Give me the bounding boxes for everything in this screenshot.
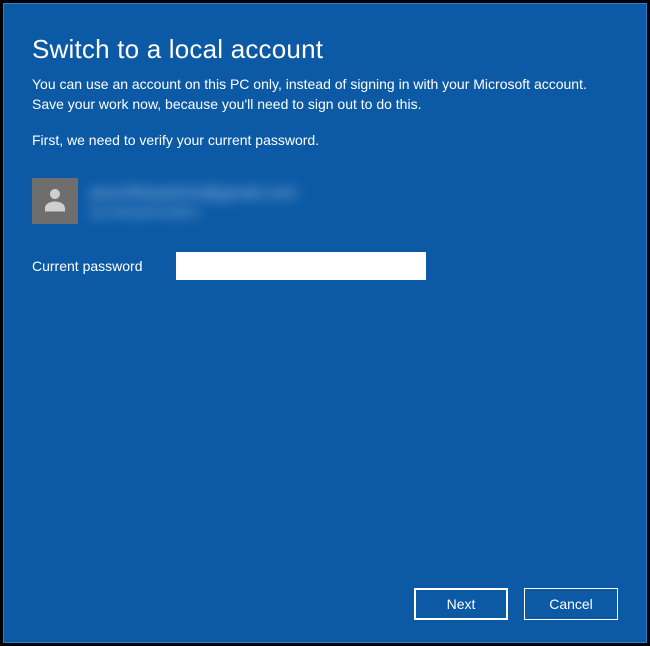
password-label: Current password [32, 258, 156, 274]
dialog-title: Switch to a local account [32, 34, 618, 65]
dialog-instruction: First, we need to verify your current pa… [32, 132, 618, 148]
dialog-button-row: Next Cancel [32, 588, 618, 620]
dialog-description: You can use an account on this PC only, … [32, 75, 618, 114]
password-row: Current password [32, 252, 618, 280]
spacer [32, 280, 618, 588]
user-account-row: jasonfitzpatrick@gmail.com jasonfitzpatr… [32, 178, 618, 224]
user-email-blurred: jasonfitzpatrick@gmail.com [90, 183, 297, 203]
user-info: jasonfitzpatrick@gmail.com jasonfitzpatr… [90, 183, 297, 219]
current-password-input[interactable] [176, 252, 426, 280]
avatar [32, 178, 78, 224]
person-icon [40, 184, 70, 219]
cancel-button[interactable]: Cancel [524, 588, 618, 620]
user-name-blurred: jasonfitzpatrick@live [90, 205, 297, 219]
local-account-dialog: Switch to a local account You can use an… [3, 3, 647, 643]
next-button[interactable]: Next [414, 588, 508, 620]
